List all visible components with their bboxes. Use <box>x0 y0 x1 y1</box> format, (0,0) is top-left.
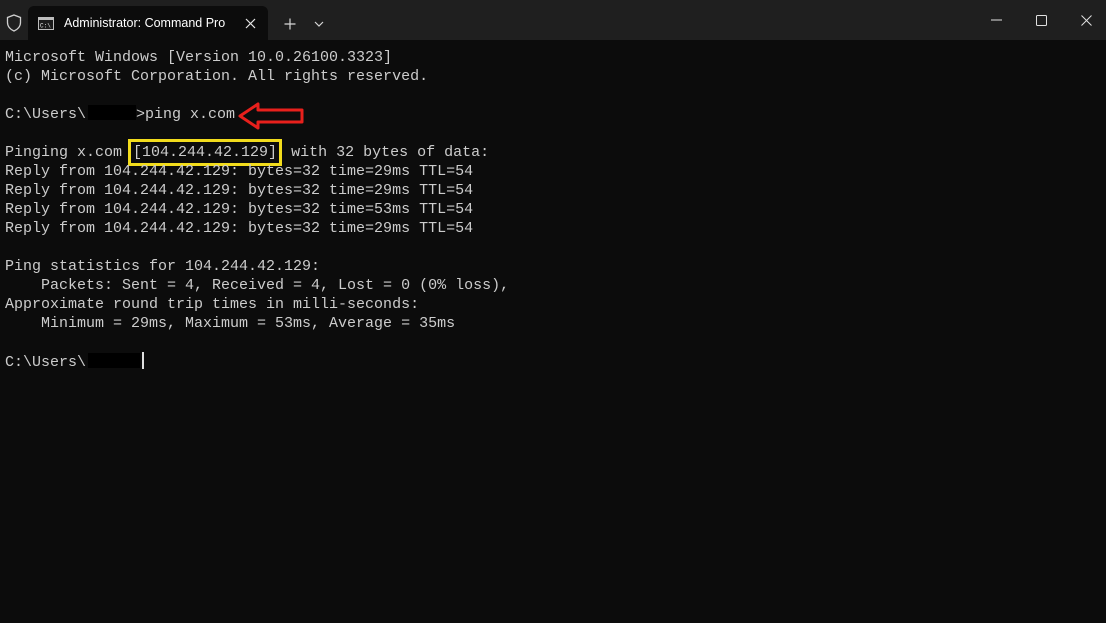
maximize-button[interactable] <box>1017 0 1065 40</box>
reply-line: Reply from 104.244.42.129: bytes=32 time… <box>5 220 474 237</box>
annotation-arrow-icon <box>238 102 304 130</box>
prompt-path: C:\Users\ <box>5 354 87 371</box>
close-window-button[interactable] <box>1062 0 1106 40</box>
svg-text:C:\: C:\ <box>40 22 51 29</box>
minimize-icon <box>990 19 1002 21</box>
tab-dropdown-button[interactable] <box>309 13 329 35</box>
copyright-line: (c) Microsoft Corporation. All rights re… <box>5 68 429 85</box>
cmd-icon: C:\ <box>38 16 54 30</box>
command-line: C:\Users\ >ping x.com <box>5 105 1106 124</box>
close-icon <box>245 18 255 28</box>
stats-rtt-line: Minimum = 29ms, Maximum = 53ms, Average … <box>5 315 456 332</box>
redacted-username <box>88 353 141 368</box>
prompt-path: C:\Users\ <box>5 106 87 123</box>
command-text: >ping x.com <box>136 106 236 123</box>
title-bar[interactable]: C:\ Administrator: Command Pro <box>0 0 1106 40</box>
shield-icon <box>6 14 22 32</box>
tab-command-prompt[interactable]: C:\ Administrator: Command Pro <box>28 6 268 40</box>
terminal-output[interactable]: Microsoft Windows [Version 10.0.26100.33… <box>0 40 1106 623</box>
maximize-icon <box>1035 14 1047 26</box>
tab-title: Administrator: Command Pro <box>64 16 226 30</box>
text-cursor <box>142 352 145 369</box>
pinging-suffix: with 32 bytes of data: <box>282 144 490 161</box>
pinging-prefix: Pinging x.com <box>5 144 132 161</box>
redacted-username <box>88 105 137 120</box>
final-prompt-line[interactable]: C:\Users\ <box>5 352 1106 371</box>
close-tab-button[interactable] <box>240 13 260 33</box>
stats-packets-line: Packets: Sent = 4, Received = 4, Lost = … <box>5 277 510 294</box>
new-tab-button[interactable] <box>279 13 301 35</box>
minimize-button[interactable] <box>972 0 1020 40</box>
close-icon <box>1080 14 1092 26</box>
pinging-line: Pinging x.com [104.244.42.129] with 32 b… <box>5 139 1106 166</box>
reply-line: Reply from 104.244.42.129: bytes=32 time… <box>5 201 474 218</box>
version-line: Microsoft Windows [Version 10.0.26100.33… <box>5 49 393 66</box>
reply-line: Reply from 104.244.42.129: bytes=32 time… <box>5 163 474 180</box>
stats-title-line: Ping statistics for 104.244.42.129: <box>5 258 321 275</box>
chevron-down-icon <box>314 21 324 27</box>
stats-rtt-title-line: Approximate round trip times in milli-se… <box>5 296 420 313</box>
reply-line: Reply from 104.244.42.129: bytes=32 time… <box>5 182 474 199</box>
plus-icon <box>284 18 296 30</box>
